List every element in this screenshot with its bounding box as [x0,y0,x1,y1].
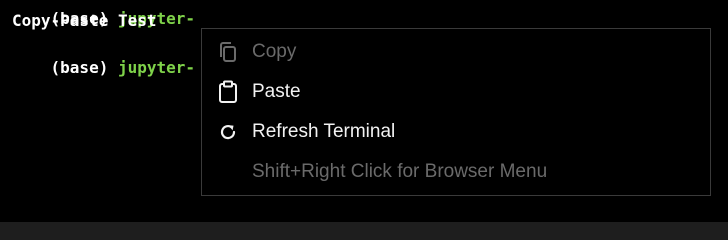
menu-item-paste[interactable]: Paste [202,73,710,111]
copy-icon [218,40,238,64]
refresh-icon [218,120,238,144]
terminal-prompt-line: (base) jupyter- [12,39,196,96]
context-menu: Copy Paste Refresh Terminal Shift+Right … [201,28,711,196]
menu-item-label: Copy [252,41,297,62]
menu-item-refresh-terminal[interactable]: Refresh Terminal [202,113,710,151]
menu-hint-label: Shift+Right Click for Browser Menu [252,161,548,182]
terminal-output-line: Copy-Paste Test [12,11,157,30]
menu-item-copy[interactable]: Copy [202,33,710,71]
clipboard-icon [218,80,238,104]
menu-hint: Shift+Right Click for Browser Menu [202,153,710,191]
prompt-user: jupyter- [117,58,196,77]
menu-item-label: Paste [252,81,301,102]
menu-item-label: Refresh Terminal [252,121,396,142]
prompt-env: (base) [50,58,118,77]
terminal-screen[interactable]: (base) jupyter- Copy-Paste Test (base) j… [0,0,728,222]
